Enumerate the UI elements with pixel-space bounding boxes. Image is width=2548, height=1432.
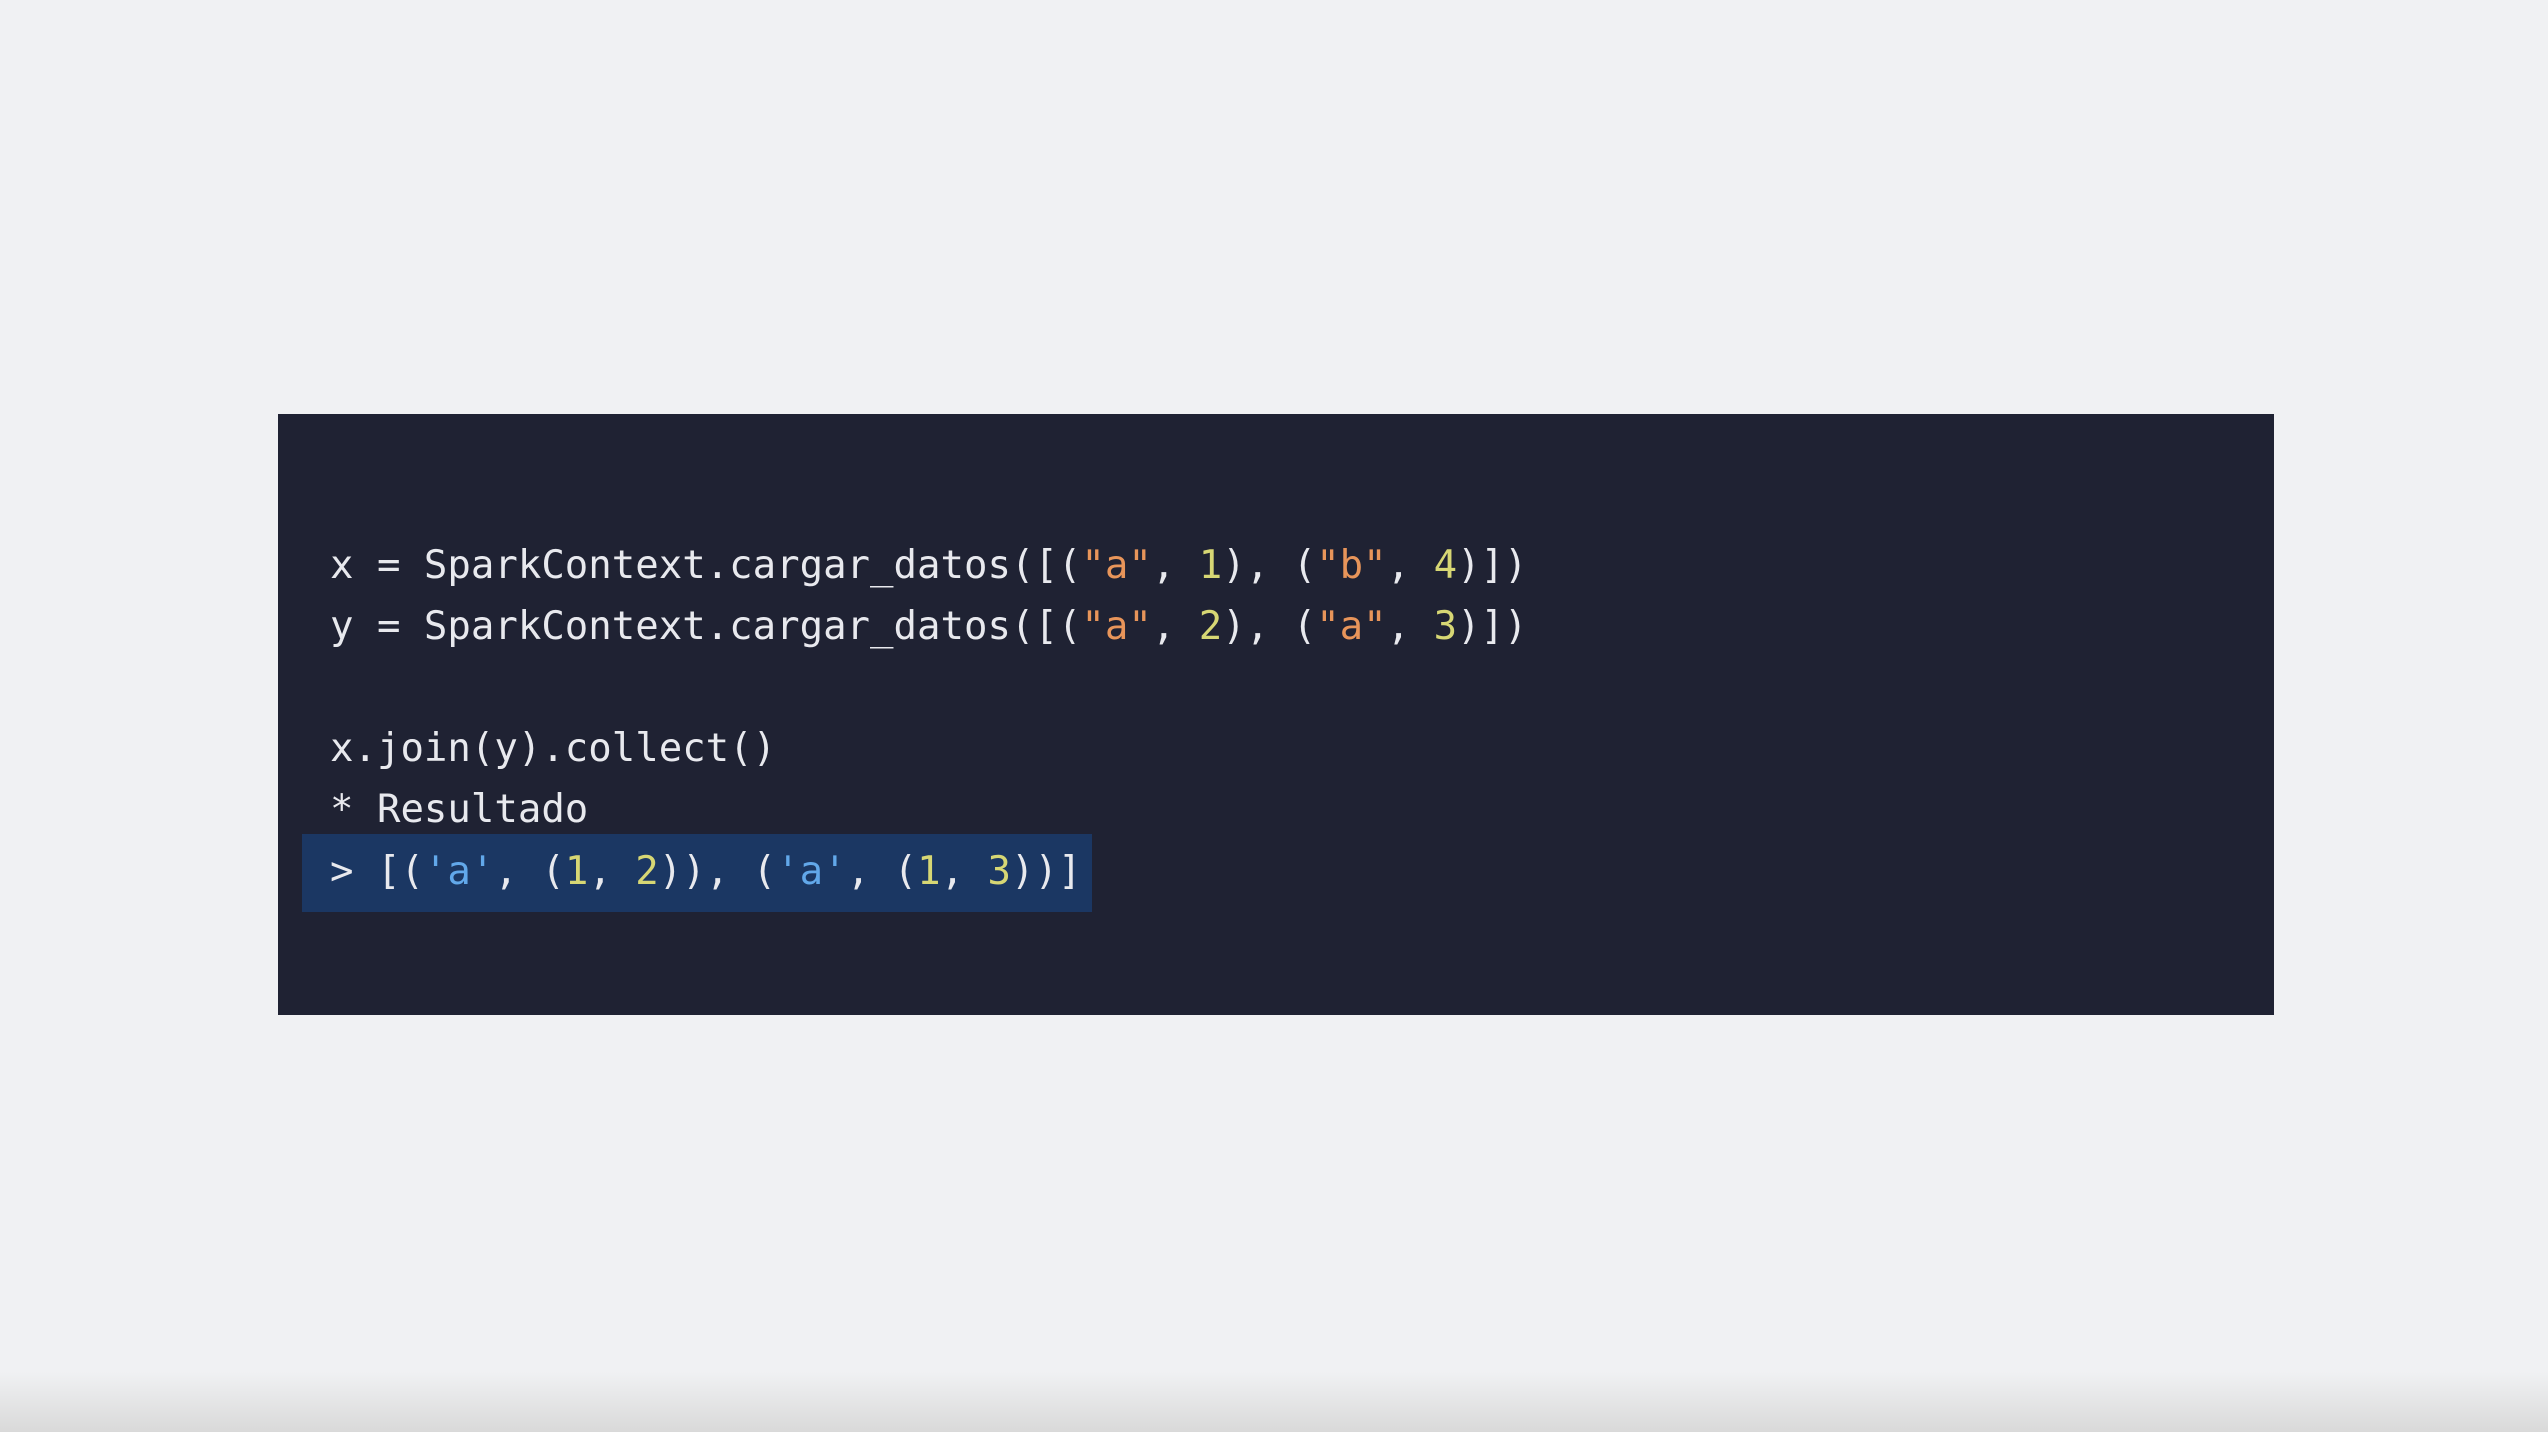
- code-token: ,: [940, 849, 988, 894]
- code-token: )]): [1457, 543, 1528, 588]
- code-token: , (: [846, 849, 918, 894]
- code-panel: x = SparkContext.cargar_datos([("a", 1),…: [278, 414, 2274, 1015]
- code-token: ,: [1151, 543, 1199, 588]
- code-token: ,: [1386, 604, 1434, 649]
- number-literal: 2: [635, 849, 659, 894]
- string-literal: "a": [1081, 604, 1152, 649]
- string-literal: "b": [1316, 543, 1387, 588]
- string-literal: 'a': [776, 849, 847, 894]
- number-literal: 1: [917, 849, 941, 894]
- number-literal: 3: [987, 849, 1012, 894]
- code-token: )]): [1457, 604, 1528, 649]
- string-literal: 'a': [423, 849, 495, 894]
- bottom-fade: [0, 1372, 2548, 1432]
- code-token: > [(: [330, 849, 424, 894]
- code-line-output: > [('a', (1, 2)), ('a', (1, 3))]: [330, 842, 1081, 902]
- code-token: )), (: [658, 849, 777, 894]
- code-line-y-assignment: y = SparkContext.cargar_datos([("a", 2),…: [330, 597, 1528, 657]
- code-token: ), (: [1222, 543, 1317, 588]
- code-token: , (: [494, 849, 565, 894]
- code-line-result-comment: * Resultado: [330, 787, 589, 832]
- string-literal: "a": [1316, 604, 1387, 649]
- number-literal: 1: [564, 849, 589, 894]
- code-token: ))]: [1011, 849, 1082, 894]
- code-token: ,: [1386, 543, 1434, 588]
- code-token: y = SparkContext.cargar_datos([(: [330, 604, 1082, 649]
- code-line-join-collect: x.join(y).collect(): [330, 726, 777, 771]
- code-token: ,: [1151, 604, 1199, 649]
- code-token: ), (: [1222, 604, 1317, 649]
- string-literal: "a": [1081, 543, 1152, 588]
- number-literal: 1: [1198, 543, 1223, 588]
- code-token: ,: [588, 849, 636, 894]
- code-line-x-assignment: x = SparkContext.cargar_datos([("a", 1),…: [330, 536, 1528, 596]
- number-literal: 2: [1198, 604, 1223, 649]
- number-literal: 3: [1433, 604, 1458, 649]
- code-token: x = SparkContext.cargar_datos([(: [330, 543, 1082, 588]
- number-literal: 4: [1433, 543, 1458, 588]
